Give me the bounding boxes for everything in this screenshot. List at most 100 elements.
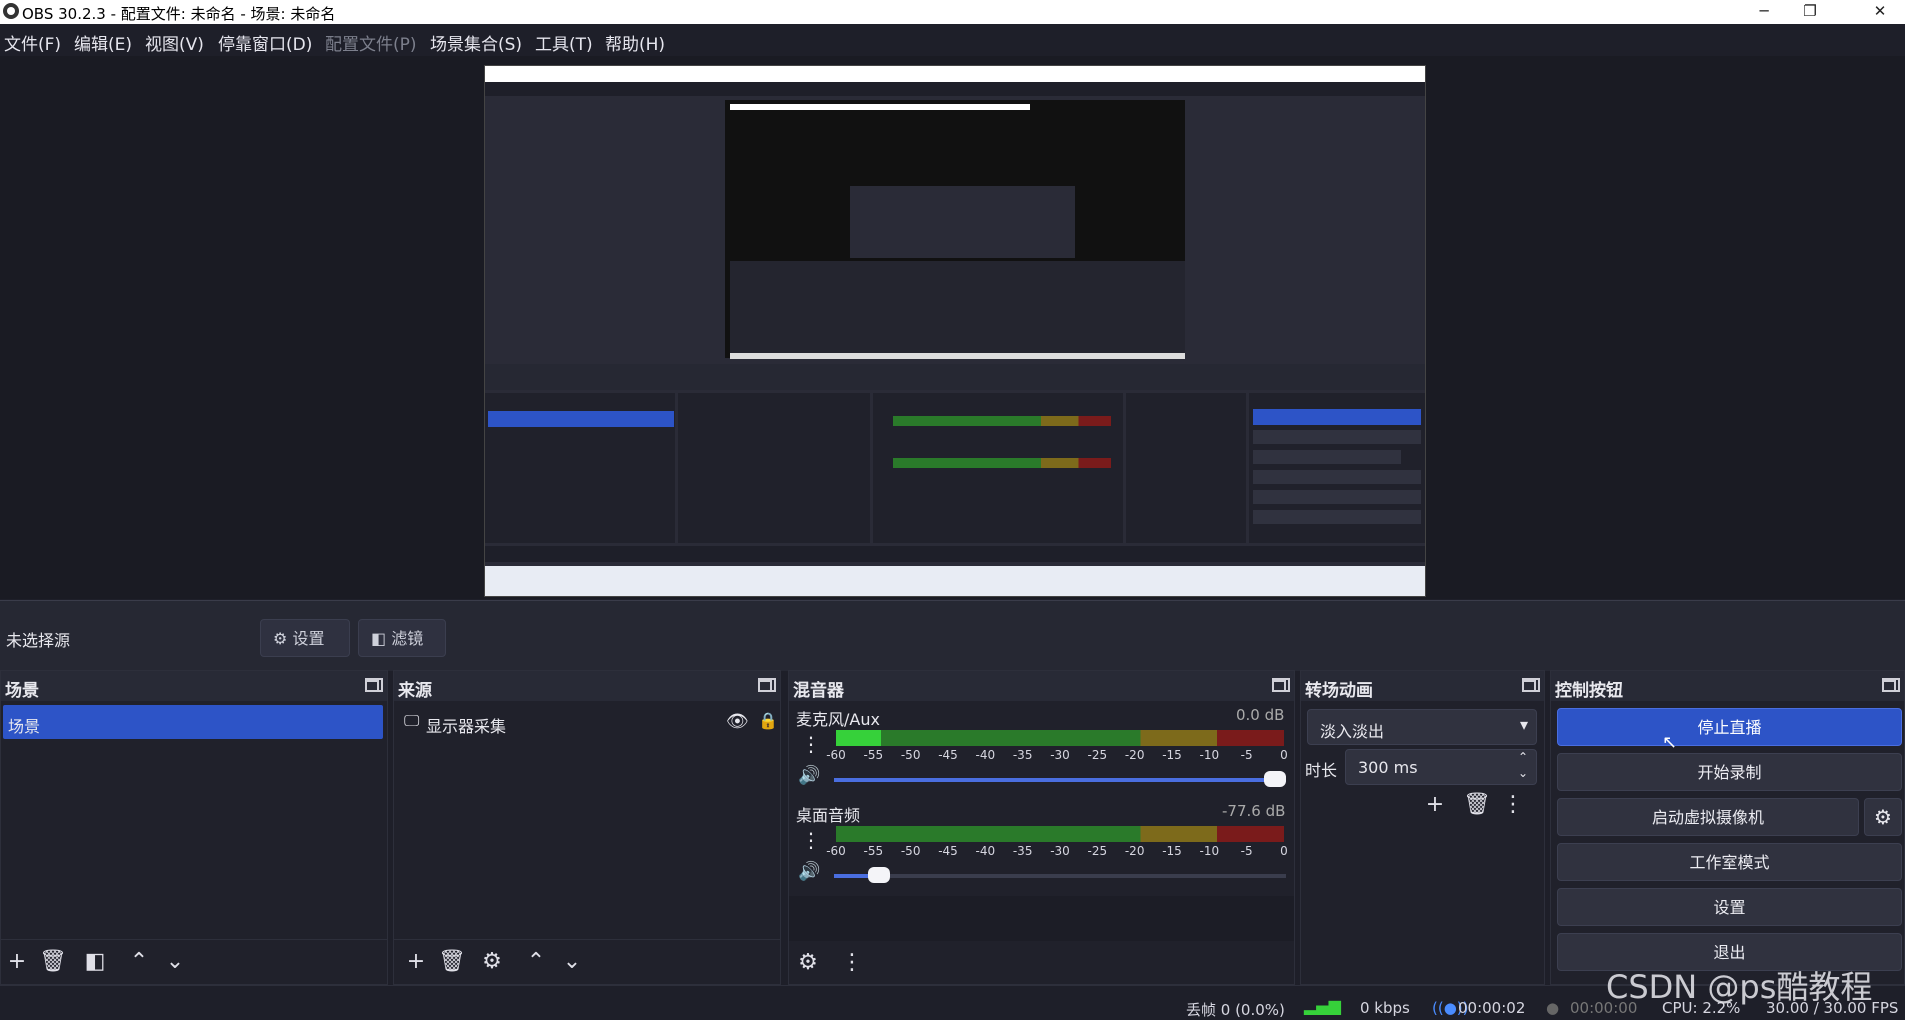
menu-docks[interactable]: 停靠窗口(D) <box>218 30 312 55</box>
mixer-more-icon[interactable]: ⋮ <box>836 947 868 979</box>
meter-tick-label: -40 <box>975 844 996 858</box>
restore-button[interactable]: ❐ <box>1787 0 1833 24</box>
menu-help[interactable]: 帮助(H) <box>605 30 665 55</box>
more-options-icon[interactable]: ⋮ <box>1497 789 1529 821</box>
meter-tick-label: -15 <box>1162 748 1182 762</box>
virtual-camera-button[interactable]: 启动虚拟摄像机 <box>1557 798 1859 836</box>
sources-dock: 来源 🖵 显示器采集 👁 🔒 + 🗑 ⚙ ⌃ ⌄ <box>393 670 781 985</box>
scenes-title: 场景 <box>5 681 39 701</box>
monitor-icon: 🖵 <box>404 711 420 730</box>
meter-tick-label: -40 <box>975 748 996 762</box>
meter-tick-label: -10 <box>1199 844 1220 858</box>
meter-tick-label: -45 <box>938 844 958 858</box>
lock-icon[interactable]: 🔒 <box>758 711 778 730</box>
menu-file[interactable]: 文件(F) <box>4 30 61 55</box>
meter-tick-label: -30 <box>1050 844 1070 858</box>
close-button[interactable]: ✕ <box>1857 0 1903 24</box>
channel-db: 0.0 dB <box>1236 706 1285 724</box>
meter-ticks: -60 -55 -50 -45 -40 -35 -30 -25 -20 -15 -10 -5 0 <box>826 844 1288 864</box>
filter-icon: ◧ <box>371 629 387 648</box>
gear-icon[interactable]: ⚙ <box>476 946 508 978</box>
trash-icon[interactable]: 🗑 <box>436 946 468 978</box>
move-up-icon[interactable]: ⌃ <box>123 946 155 978</box>
meter-tick-label: -35 <box>1012 748 1033 762</box>
preview-area[interactable] <box>0 56 1905 599</box>
studio-mode-button[interactable]: 工作室模式 <box>1557 843 1902 881</box>
meter-tick-label: -20 <box>1124 844 1145 858</box>
menu-edit[interactable]: 编辑(E) <box>74 30 132 55</box>
transitions-dock: 转场动画 淡入淡出 ▾ 时长 300 ms ⌃ ⌄ + 🗑 ⋮ <box>1300 670 1545 985</box>
obs-logo-icon <box>3 3 19 19</box>
record-icon: ● <box>1546 999 1560 1017</box>
transition-select[interactable]: 淡入淡出 ▾ <box>1307 709 1537 745</box>
speaker-icon[interactable]: 🔊 <box>798 861 820 882</box>
move-up-icon[interactable]: ⌃ <box>520 946 552 978</box>
source-item[interactable]: 🖵 显示器采集 👁 🔒 <box>404 711 778 737</box>
transition-selected-value: 淡入淡出 <box>1320 722 1385 741</box>
volume-meter <box>836 730 1284 746</box>
start-record-button[interactable]: 开始录制 <box>1557 753 1902 791</box>
source-toolbar: 未选择源 ⚙ 设置 ◧ 滤镜 <box>0 600 1905 671</box>
filter-icon[interactable]: ◧ <box>79 946 111 978</box>
meter-tick-label: -55 <box>863 748 884 762</box>
menu-tools[interactable]: 工具(T) <box>535 30 593 55</box>
duration-value: 300 ms <box>1358 758 1418 777</box>
source-filters-button[interactable]: ◧ 滤镜 <box>358 619 446 657</box>
stop-stream-button[interactable]: 停止直播 <box>1557 708 1902 746</box>
trash-icon[interactable]: 🗑 <box>1461 789 1493 821</box>
bitrate: 0 kbps <box>1360 999 1410 1017</box>
meter-tick-label: -25 <box>1087 748 1108 762</box>
undock-icon[interactable] <box>1272 678 1290 692</box>
eye-icon[interactable]: 👁 <box>726 711 749 732</box>
speaker-icon[interactable]: 🔊 <box>798 765 820 786</box>
menu-view[interactable]: 视图(V) <box>145 30 204 55</box>
advanced-audio-gear-icon[interactable]: ⚙ <box>792 947 824 979</box>
more-options-icon[interactable]: ⋮ <box>801 732 821 756</box>
meter-tick-label: -10 <box>1199 748 1220 762</box>
add-icon[interactable]: + <box>1 946 33 978</box>
menu-scene-collection[interactable]: 场景集合(S) <box>430 30 522 55</box>
settings-button[interactable]: 设置 <box>1557 888 1902 926</box>
scene-item-label: 场景 <box>8 717 41 736</box>
more-options-icon[interactable]: ⋮ <box>801 828 821 852</box>
meter-tick-label: -30 <box>1050 748 1070 762</box>
preview-capture-image <box>484 65 1426 597</box>
stepper-down-icon[interactable]: ⌄ <box>1518 766 1528 780</box>
stepper-up-icon[interactable]: ⌃ <box>1518 750 1528 764</box>
scene-item[interactable]: 场景 <box>3 705 383 739</box>
meter-tick-label: -25 <box>1087 844 1108 858</box>
duration-label: 时长 <box>1305 761 1338 780</box>
menu-bar: 文件(F) 编辑(E) 视图(V) 停靠窗口(D) 配置文件(P) 场景集合(S… <box>0 24 1905 56</box>
volume-slider[interactable] <box>834 867 1286 883</box>
undock-icon[interactable] <box>1522 678 1540 692</box>
signal-icon: ▂▄▆ <box>1304 996 1341 1015</box>
source-settings-button[interactable]: ⚙ 设置 <box>260 619 350 657</box>
volume-slider[interactable] <box>834 771 1286 787</box>
meter-tick-label: -5 <box>1240 748 1253 762</box>
undock-icon[interactable] <box>365 678 383 692</box>
sources-title: 来源 <box>398 681 432 701</box>
channel-name: 麦克风/Aux <box>796 710 880 729</box>
add-icon[interactable]: + <box>400 946 432 978</box>
undock-icon[interactable] <box>758 678 776 692</box>
volume-meter <box>836 826 1284 842</box>
virtual-camera-gear-icon[interactable]: ⚙ <box>1864 798 1902 836</box>
meter-tick-label: -60 <box>826 748 846 762</box>
channel-name: 桌面音频 <box>796 806 861 825</box>
trash-icon[interactable]: 🗑 <box>37 946 69 978</box>
undock-icon[interactable] <box>1882 678 1900 692</box>
meter-ticks: -60 -55 -50 -45 -40 -35 -30 -25 -20 -15 -10 -5 0 <box>826 748 1288 768</box>
move-down-icon[interactable]: ⌄ <box>159 946 191 978</box>
stream-time: 00:00:02 <box>1458 999 1526 1017</box>
duration-input[interactable]: 300 ms ⌃ ⌄ <box>1345 749 1537 785</box>
chevron-down-icon: ▾ <box>1519 715 1528 734</box>
meter-tick-label: -35 <box>1012 844 1033 858</box>
source-filters-label: 滤镜 <box>391 629 424 648</box>
meter-tick-label: -20 <box>1124 748 1145 762</box>
move-down-icon[interactable]: ⌄ <box>556 946 588 978</box>
minimize-button[interactable]: ─ <box>1741 0 1787 24</box>
controls-title: 控制按钮 <box>1555 681 1623 701</box>
menu-profile[interactable]: 配置文件(P) <box>325 30 417 55</box>
add-icon[interactable]: + <box>1419 789 1451 821</box>
window-title: OBS 30.2.3 - 配置文件: 未命名 - 场景: 未命名 <box>22 5 336 23</box>
